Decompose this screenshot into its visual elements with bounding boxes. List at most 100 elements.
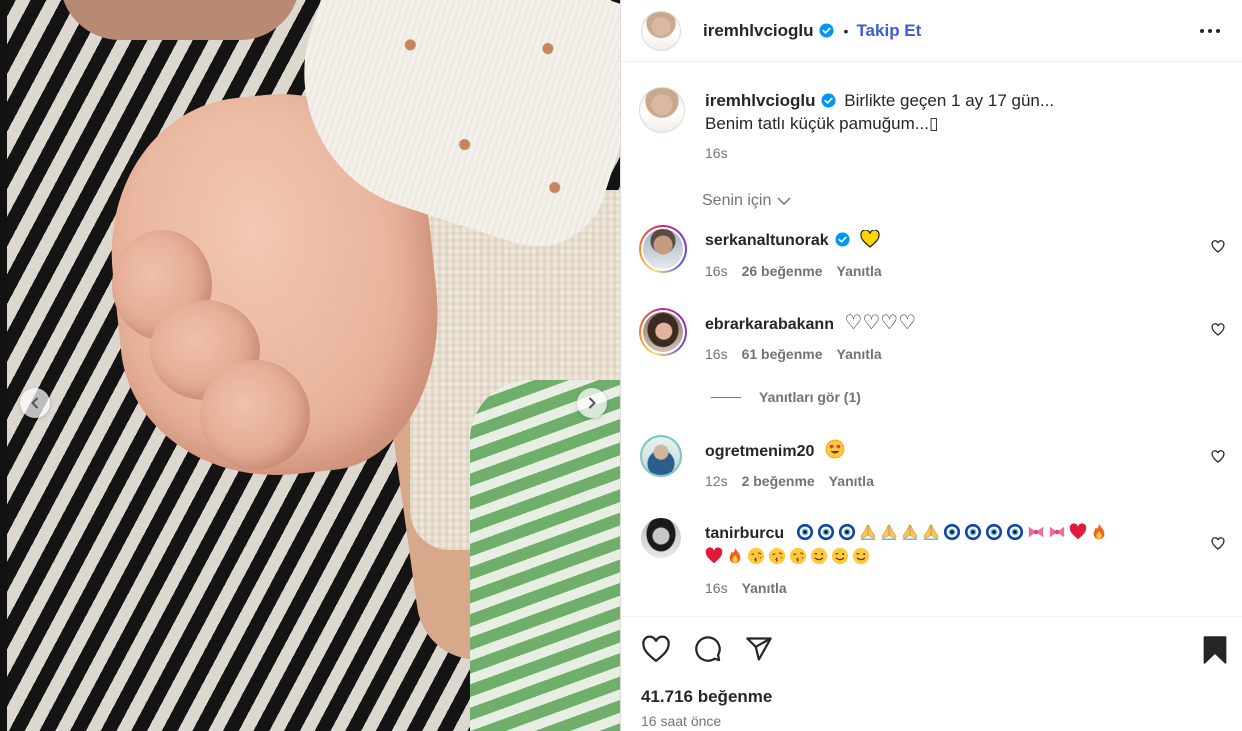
commenter-avatar	[643, 229, 683, 269]
author-username[interactable]: iremhlvcioglu	[703, 21, 814, 41]
pray-emoji-icon	[860, 524, 876, 540]
comment-meta: 16s 26 beğenme Yanıtla	[705, 263, 882, 279]
commenter-username[interactable]: serkanaltunorak	[705, 232, 829, 249]
author-avatar[interactable]	[639, 87, 685, 133]
post-photo	[0, 0, 620, 731]
fire-emoji-icon	[1093, 523, 1105, 540]
replies-divider	[711, 396, 741, 398]
post-time[interactable]: 16 saat önce	[641, 713, 721, 729]
sort-label: Senin için	[702, 192, 772, 209]
view-replies-button[interactable]: Yanıtları gör (1)	[711, 389, 861, 405]
comment-icon[interactable]	[693, 635, 723, 668]
red-heart-emoji-icon	[1069, 523, 1087, 540]
commenter-avatar[interactable]	[641, 518, 681, 558]
caption-glyph: ▯	[928, 114, 939, 133]
caption-line-1: Birlikte geçen 1 ay 17 gün...	[844, 91, 1055, 110]
caption-text: iremhlvcioglu Birlikte geçen 1 ay 17 gün…	[705, 89, 1165, 135]
comment-likes[interactable]: 2 beğenme	[742, 473, 815, 489]
commenter-username[interactable]: ogretmenim20	[705, 443, 814, 460]
photo-top-fabric	[60, 0, 300, 40]
follow-button[interactable]: Takip Et	[856, 21, 921, 41]
comment-meta: 12s 2 beğenme Yanıtla	[705, 473, 874, 489]
emoji-line-2	[705, 547, 873, 566]
like-count[interactable]: 41.716 beğenme	[641, 687, 772, 707]
heart-outline-icon[interactable]	[1211, 450, 1225, 468]
bookmark-filled-icon[interactable]	[1203, 636, 1227, 669]
wink-emoji-icon	[852, 547, 870, 565]
caption-timestamp[interactable]: 16s	[705, 145, 728, 161]
nazar-emoji-icon	[1007, 523, 1024, 541]
comment-text: serkanaltunorak	[705, 229, 1175, 252]
comment-text: ogretmenim20	[705, 439, 1175, 463]
heart-outline-icon[interactable]	[1211, 537, 1225, 555]
kiss-emoji-icon	[747, 547, 765, 565]
kiss-emoji-icon	[789, 547, 807, 565]
share-icon[interactable]	[745, 635, 773, 668]
ribbon-emoji-icon	[1028, 526, 1044, 538]
chevron-down-icon	[777, 196, 791, 205]
comment-time[interactable]: 16s	[705, 263, 728, 279]
post-side-panel: iremhlvcioglu • Takip Et iremhlvcioglu B…	[620, 0, 1242, 731]
nazar-emoji-icon	[818, 523, 835, 541]
comment-likes[interactable]: 26 beğenme	[742, 263, 823, 279]
fire-emoji-icon	[729, 547, 741, 564]
heart-outline-icon[interactable]	[1211, 240, 1225, 258]
wink-emoji-icon	[831, 547, 849, 565]
comment-text: tanirburcu	[705, 522, 1175, 570]
heart-outline-icon[interactable]	[641, 635, 671, 668]
commenter-username[interactable]: ebrarkarabakann	[705, 316, 834, 333]
wink-emoji-icon	[810, 547, 828, 565]
comment-text: ebrarkarabakann ♡♡♡♡	[705, 312, 1175, 336]
comments-area[interactable]: iremhlvcioglu Birlikte geçen 1 ay 17 gün…	[621, 63, 1242, 615]
chevron-right-icon	[589, 397, 596, 409]
chevron-left-icon	[31, 397, 38, 409]
post-header: iremhlvcioglu • Takip Et	[621, 0, 1242, 62]
sort-dropdown[interactable]: Senin için	[702, 192, 791, 210]
verified-badge-icon	[821, 93, 836, 108]
commenter-avatar	[643, 312, 683, 352]
post-footer: 41.716 beğenme 16 saat önce	[621, 616, 1242, 731]
header-separator: •	[843, 22, 849, 39]
pray-emoji-icon	[902, 524, 918, 540]
reply-button[interactable]: Yanıtla	[837, 263, 882, 279]
comment-time[interactable]: 16s	[705, 346, 728, 362]
comment-time[interactable]: 16s	[705, 580, 728, 596]
heart-outline-icon[interactable]	[1211, 323, 1225, 341]
ribbon-emoji-icon	[1049, 526, 1065, 538]
story-ring[interactable]	[639, 308, 687, 356]
yellow-heart-icon	[860, 230, 880, 248]
commenter-username[interactable]: tanirburcu	[705, 525, 784, 542]
commenter-avatar[interactable]	[640, 435, 682, 477]
nazar-emoji-icon	[986, 523, 1003, 541]
carousel-next-button[interactable]	[577, 388, 607, 418]
nazar-emoji-icon	[839, 523, 856, 541]
heart-eyes-emoji-icon	[825, 439, 845, 459]
comment-likes[interactable]: 61 beğenme	[742, 346, 823, 362]
verified-badge-icon	[819, 23, 834, 38]
nazar-emoji-icon	[944, 523, 961, 541]
comment-meta: 16s 61 beğenme Yanıtla	[705, 346, 882, 362]
nazar-emoji-icon	[797, 523, 814, 541]
photo-finger	[200, 360, 310, 470]
reply-button[interactable]: Yanıtla	[837, 346, 882, 362]
photo-edge	[0, 0, 7, 731]
comment-meta: 16s Yanıtla	[705, 580, 787, 596]
comment-hearts: ♡♡♡♡	[844, 312, 917, 334]
reply-button[interactable]: Yanıtla	[742, 580, 787, 596]
author-avatar[interactable]	[641, 10, 681, 51]
carousel-prev-button[interactable]	[20, 388, 50, 418]
kiss-emoji-icon	[768, 547, 786, 565]
more-dots-icon[interactable]	[1199, 21, 1221, 46]
verified-badge-icon	[835, 232, 850, 247]
reply-button[interactable]: Yanıtla	[829, 473, 874, 489]
red-heart-emoji-icon	[705, 547, 723, 564]
pray-emoji-icon	[881, 524, 897, 540]
comment-time[interactable]: 12s	[705, 473, 728, 489]
story-ring[interactable]	[639, 225, 687, 273]
photo-green-fabric	[470, 380, 620, 731]
pray-emoji-icon	[923, 524, 939, 540]
author-username[interactable]: iremhlvcioglu	[705, 91, 816, 110]
view-replies-label: Yanıtları gör (1)	[759, 389, 861, 405]
action-bar	[641, 635, 773, 668]
nazar-emoji-icon	[965, 523, 982, 541]
